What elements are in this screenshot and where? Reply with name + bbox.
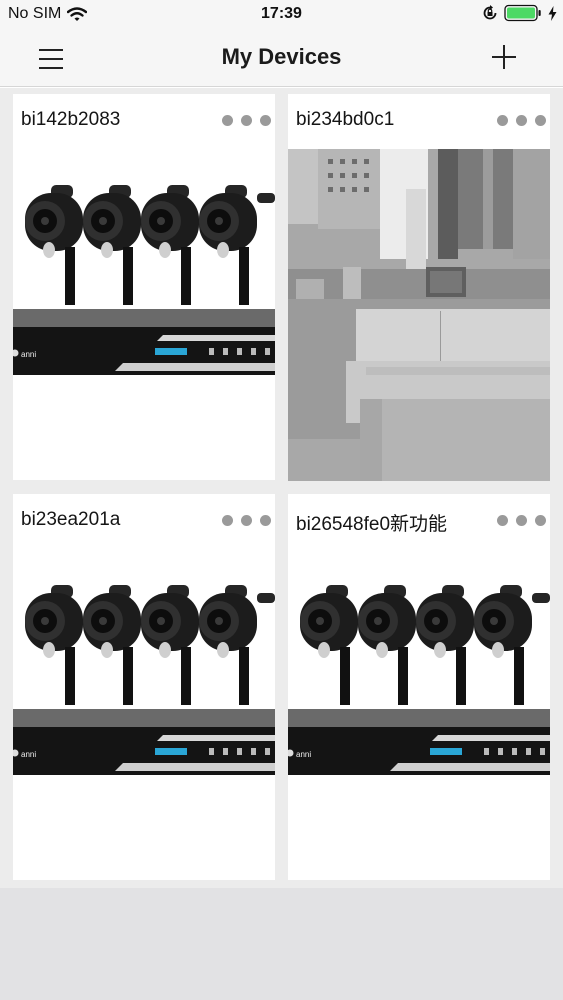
nvr-led xyxy=(484,748,489,755)
nvr-kit-image: anni xyxy=(288,585,550,775)
more-dot xyxy=(535,115,546,126)
bullet-camera xyxy=(25,185,83,305)
more-dot xyxy=(241,115,252,126)
more-dot xyxy=(497,515,508,526)
nvr-led xyxy=(526,748,531,755)
more-dot xyxy=(535,515,546,526)
nvr-top-panel xyxy=(288,709,550,727)
nvr-brand-label: anni xyxy=(21,750,36,759)
device-thumbnail[interactable] xyxy=(288,149,550,481)
nvr-led xyxy=(265,748,270,755)
nvr-led xyxy=(512,748,517,755)
more-dot xyxy=(516,115,527,126)
camera-mount xyxy=(257,593,275,603)
page-title: My Devices xyxy=(221,44,342,69)
more-options-button[interactable] xyxy=(497,115,546,126)
nvr-kit-image: anni xyxy=(13,585,275,775)
bullet-camera xyxy=(199,185,257,305)
device-card[interactable]: bi234bd0c1 xyxy=(288,94,550,481)
device-card[interactable]: bi26548fe0新功能 anni xyxy=(288,494,550,880)
device-name: bi26548fe0新功能 xyxy=(296,514,448,535)
status-bar: No SIM 17:39 xyxy=(0,0,563,30)
device-grid: bi142b2083 anni bi234bd0c1 bi23ea201a an… xyxy=(0,88,563,888)
nvr-trim xyxy=(157,735,275,741)
camera-mount xyxy=(257,193,275,203)
nvr-led xyxy=(265,348,270,355)
orientation-lock-icon xyxy=(483,5,497,20)
nvr-led xyxy=(223,748,228,755)
device-card[interactable]: bi23ea201a anni xyxy=(13,494,275,880)
nvr-display xyxy=(155,348,187,355)
nvr-trim xyxy=(115,363,275,371)
more-dot xyxy=(516,515,527,526)
bullet-camera xyxy=(25,585,83,705)
nvr-brand-label: anni xyxy=(21,350,36,359)
nvr-led xyxy=(251,748,256,755)
nvr-led xyxy=(223,348,228,355)
battery-icon xyxy=(504,4,541,22)
add-device-button[interactable] xyxy=(487,40,521,74)
bullet-camera xyxy=(83,585,141,705)
more-dot xyxy=(260,515,271,526)
more-dot xyxy=(222,515,233,526)
nvr-trim xyxy=(115,763,275,771)
more-options-button[interactable] xyxy=(222,115,271,126)
bullet-camera xyxy=(474,585,532,705)
camera-mount xyxy=(532,593,550,603)
status-right xyxy=(482,4,557,22)
nvr-top-panel xyxy=(13,309,275,327)
nvr-led xyxy=(209,348,214,355)
nvr-top-panel xyxy=(13,709,275,727)
device-name: bi234bd0c1 xyxy=(296,109,395,130)
bullet-camera xyxy=(141,585,199,705)
more-dot xyxy=(222,115,233,126)
bullet-camera xyxy=(83,185,141,305)
device-card[interactable]: bi142b2083 anni xyxy=(13,94,275,480)
bullet-camera xyxy=(199,585,257,705)
device-thumbnail[interactable]: anni xyxy=(13,549,275,881)
bullet-camera xyxy=(358,585,416,705)
nvr-brand-label: anni xyxy=(296,750,311,759)
bullet-camera xyxy=(300,585,358,705)
device-name: bi142b2083 xyxy=(21,109,121,130)
camera-snapshot-image xyxy=(288,149,550,481)
bullet-camera xyxy=(141,185,199,305)
more-options-button[interactable] xyxy=(222,515,271,526)
more-dot xyxy=(241,515,252,526)
empty-footer-area xyxy=(0,888,563,1000)
nvr-display xyxy=(430,748,462,755)
status-time: 17:39 xyxy=(261,5,302,22)
nvr-trim xyxy=(390,763,550,771)
device-thumbnail[interactable]: anni xyxy=(13,149,275,481)
nvr-led xyxy=(498,748,503,755)
nvr-trim xyxy=(157,335,275,341)
bullet-camera xyxy=(416,585,474,705)
more-dot xyxy=(260,115,271,126)
plus-icon xyxy=(492,45,516,69)
nvr-led xyxy=(209,748,214,755)
more-dot xyxy=(497,115,508,126)
charging-bolt-icon xyxy=(548,5,557,21)
nvr-led xyxy=(540,748,545,755)
nvr-trim xyxy=(432,735,550,741)
nvr-led xyxy=(237,748,242,755)
more-options-button[interactable] xyxy=(497,515,546,526)
nvr-kit-image: anni xyxy=(13,185,275,375)
device-thumbnail[interactable]: anni xyxy=(288,549,550,881)
nvr-led xyxy=(237,348,242,355)
device-name: bi23ea201a xyxy=(21,509,121,530)
navigation-bar: My Devices xyxy=(0,30,563,87)
nvr-display xyxy=(155,748,187,755)
nvr-led xyxy=(251,348,256,355)
